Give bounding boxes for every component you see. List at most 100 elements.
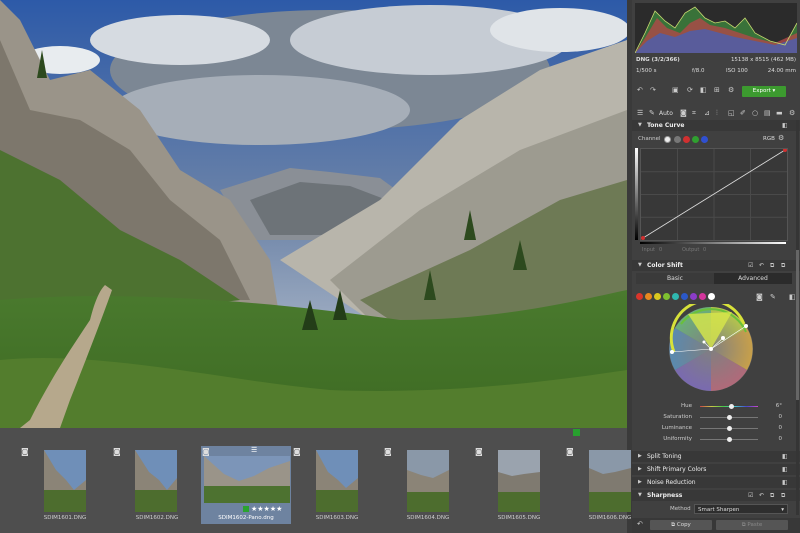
slider-knob[interactable] [726, 415, 732, 420]
eraser-icon[interactable]: ▬ [776, 109, 783, 117]
method-label: Method [670, 506, 691, 512]
reset-icon[interactable]: ◧ [789, 293, 796, 301]
filmstrip-thumb[interactable]: ◙ SDIM1604.DNG [383, 446, 473, 524]
straighten-icon[interactable]: ⊿ [704, 109, 710, 117]
input-label: Input [642, 247, 655, 253]
tone-curve-graph[interactable] [640, 148, 788, 241]
undo-icon[interactable]: ↶ [759, 260, 764, 271]
copy-icon[interactable]: ⧉ [770, 490, 774, 501]
tab-basic[interactable]: Basic [636, 273, 714, 284]
green-color-label [243, 506, 249, 512]
rotate-right-icon[interactable]: ↷ [650, 86, 656, 94]
tone-curve-header[interactable]: ▼ Tone Curve ◧ [632, 120, 800, 131]
paste-button[interactable]: ⧉ Paste [716, 520, 788, 530]
split-toning-header[interactable]: ▶ Split Toning ◧ [632, 451, 800, 462]
reset-icon[interactable]: ◧ [782, 477, 788, 488]
thumbnail-image [135, 450, 177, 512]
picker-icon[interactable]: ✎ [770, 293, 776, 301]
split-toning-title: Split Toning [647, 453, 682, 460]
circle-icon[interactable]: ○ [752, 109, 758, 117]
color-swatch[interactable] [645, 293, 652, 300]
color-swatch[interactable] [672, 293, 679, 300]
method-select[interactable]: Smart Sharpen ▾ [694, 504, 788, 514]
slider-value[interactable]: 0 [772, 425, 783, 431]
camera-icon[interactable]: ◙ [756, 293, 763, 301]
reset-icon[interactable]: ◧ [782, 464, 788, 475]
channel-red-radio[interactable] [683, 136, 690, 143]
color-swatch[interactable] [708, 293, 715, 300]
settings-icon[interactable]: ⚙ [728, 86, 734, 94]
sync-icon[interactable]: ⟳ [687, 86, 693, 94]
scrollbar-thumb[interactable] [796, 250, 799, 400]
adjust-icon[interactable]: ⊞ [714, 86, 720, 94]
slider-knob[interactable] [726, 437, 732, 442]
export-button[interactable]: Export ▾ [742, 86, 786, 97]
noise-reduction-header[interactable]: ▶ Noise Reduction ◧ [632, 477, 800, 488]
undo-icon[interactable]: ↶ [637, 520, 643, 528]
sharpness-title: Sharpness [647, 492, 683, 499]
slider-knob[interactable] [726, 426, 732, 431]
filmstrip-thumb[interactable]: ◙ SDIM1602.DNG [112, 446, 202, 524]
thumbnail-image [316, 450, 358, 512]
color-swatch[interactable] [690, 293, 697, 300]
paste-icon[interactable]: ⧉ [781, 490, 785, 501]
compare-icon[interactable]: ◧ [700, 86, 707, 94]
color-swatch[interactable] [699, 293, 706, 300]
image-dimensions: 15138 x 8515 (462 MB) [730, 57, 796, 63]
copy-icon[interactable]: ⧉ [770, 260, 774, 271]
layers-icon[interactable]: ◱ [728, 109, 735, 117]
thumbnail-image [407, 450, 449, 512]
collapse-arrow-icon: ▼ [638, 262, 642, 268]
gear-icon[interactable]: ⚙ [778, 134, 784, 142]
sharpness-header[interactable]: ▼ Sharpness ☑ ↶ ⧉ ⧉ [632, 490, 800, 501]
input-value[interactable]: 0 [659, 247, 662, 253]
landscape-photo [0, 0, 627, 428]
image-viewer[interactable] [0, 0, 627, 428]
color-wheel[interactable] [666, 298, 756, 394]
reset-icon[interactable]: ◧ [782, 120, 788, 131]
channel-green-radio[interactable] [692, 136, 699, 143]
tab-advanced[interactable]: Advanced [714, 273, 792, 284]
shift-primary-header[interactable]: ▶ Shift Primary Colors ◧ [632, 464, 800, 475]
channel-rgb-radio[interactable] [674, 136, 681, 143]
filmstrip-thumb[interactable]: ◙ SDIM1601.DNG [20, 446, 110, 524]
filmstrip-thumb[interactable]: ◙ SDIM1605.DNG [474, 446, 564, 524]
copy-button[interactable]: ⧉ Copy [650, 520, 712, 530]
rotate-left-icon[interactable]: ↶ [637, 86, 643, 94]
color-swatch[interactable] [636, 293, 643, 300]
levels-icon[interactable]: ⫶ [716, 109, 718, 118]
brush-icon[interactable]: ✐ [740, 109, 746, 117]
color-shift-header[interactable]: ▼ Color Shift ☑ ↶ ⧉ ⧉ [632, 260, 800, 271]
paste-icon[interactable]: ⧉ [781, 260, 785, 271]
slider-value[interactable]: 6° [772, 403, 782, 409]
crop-icon[interactable]: ⌗ [692, 109, 696, 118]
camera-icon: ◙ [21, 447, 29, 456]
image-icon[interactable]: ▣ [672, 86, 679, 94]
channel-blue-radio[interactable] [701, 136, 708, 143]
menu-icon[interactable]: ☰ [637, 109, 643, 117]
color-swatch[interactable] [654, 293, 661, 300]
shutter-speed: 1/500 s [636, 68, 657, 74]
panel-scrollbar[interactable] [796, 120, 799, 515]
gradient-icon[interactable]: ▤ [764, 109, 771, 117]
color-swatch[interactable] [681, 293, 688, 300]
checkbox-icon[interactable]: ☑ [748, 490, 753, 501]
thumbnail-image [204, 456, 290, 503]
slider-value[interactable]: 0 [772, 436, 783, 442]
undo-icon[interactable]: ↶ [759, 490, 764, 501]
thumbnail-label: SDIM1604.DNG [406, 515, 450, 521]
filmstrip-thumb[interactable]: ◙ SDIM1603.DNG [292, 446, 382, 524]
gear-icon[interactable]: ⚙ [789, 109, 795, 117]
color-swatch[interactable] [663, 293, 670, 300]
slider-value[interactable]: 0 [772, 414, 783, 420]
camera-icon[interactable]: ◙ [680, 109, 687, 117]
filmstrip-thumb-selected[interactable]: ◙ ☰ ★★★★★ SDIM1602-Pano.dng [201, 446, 291, 524]
thumbnail-label: SDIM1605.DNG [497, 515, 541, 521]
output-value[interactable]: 0 [703, 247, 706, 253]
auto-wand-icon[interactable]: ✎ [649, 109, 655, 117]
reset-icon[interactable]: ◧ [782, 451, 788, 462]
rating-stars[interactable]: ★★★★★ [251, 505, 282, 513]
auto-label[interactable]: Auto [659, 110, 673, 117]
checkbox-icon[interactable]: ☑ [748, 260, 753, 271]
channel-luminance-radio[interactable] [664, 136, 671, 143]
